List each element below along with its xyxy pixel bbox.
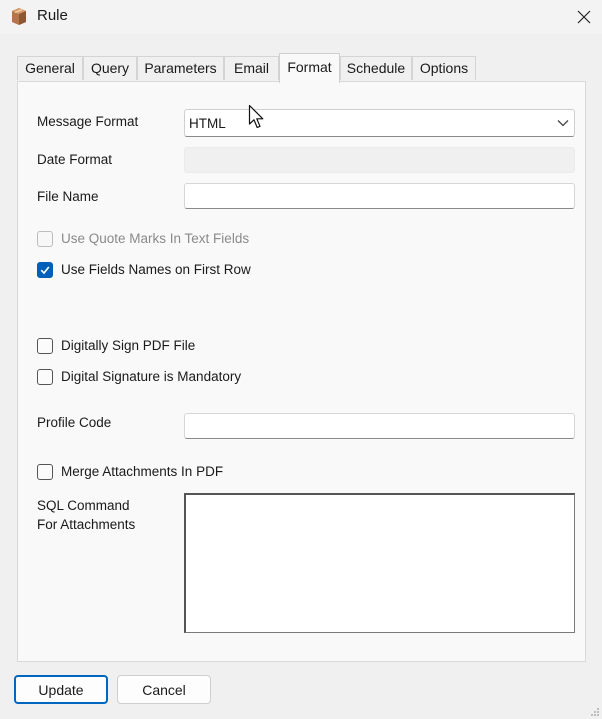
file-name-input[interactable]: [184, 183, 575, 209]
signature-mandatory-label: Digital Signature is Mandatory: [61, 369, 242, 384]
update-button[interactable]: Update: [14, 675, 108, 704]
date-format-input: [184, 147, 575, 173]
panel-content: Message Format HTML Date Format File Nam…: [0, 0, 602, 719]
digitally-sign-label: Digitally Sign PDF File: [61, 338, 196, 353]
sql-command-label-line2: For Attachments: [37, 517, 136, 532]
merge-attachments-checkbox[interactable]: [37, 464, 53, 480]
message-format-label: Message Format: [37, 114, 139, 129]
date-format-label: Date Format: [37, 152, 113, 167]
mouse-pointer-icon: [248, 104, 264, 129]
sql-command-textarea[interactable]: [184, 493, 575, 633]
merge-attachments-label: Merge Attachments In PDF: [61, 464, 224, 479]
file-name-label: File Name: [37, 189, 99, 204]
use-field-names-label: Use Fields Names on First Row: [61, 262, 251, 277]
rule-dialog: Rule General Query Parameters Email Form…: [0, 0, 602, 719]
signature-mandatory-checkbox[interactable]: [37, 369, 53, 385]
digitally-sign-checkbox[interactable]: [37, 338, 53, 354]
checkmark-icon: [40, 266, 50, 275]
profile-code-input[interactable]: [184, 413, 575, 439]
use-quote-marks-checkbox[interactable]: [37, 231, 53, 247]
message-format-select[interactable]: HTML: [184, 109, 575, 137]
chevron-down-icon: [557, 120, 569, 127]
sql-command-label-line1: SQL Command: [37, 498, 130, 513]
use-quote-marks-label: Use Quote Marks In Text Fields: [61, 231, 250, 246]
profile-code-label: Profile Code: [37, 415, 112, 430]
use-field-names-checkbox[interactable]: [37, 262, 53, 278]
resize-grip-icon[interactable]: [590, 707, 600, 717]
cancel-button[interactable]: Cancel: [117, 675, 211, 704]
message-format-value: HTML: [189, 116, 226, 131]
